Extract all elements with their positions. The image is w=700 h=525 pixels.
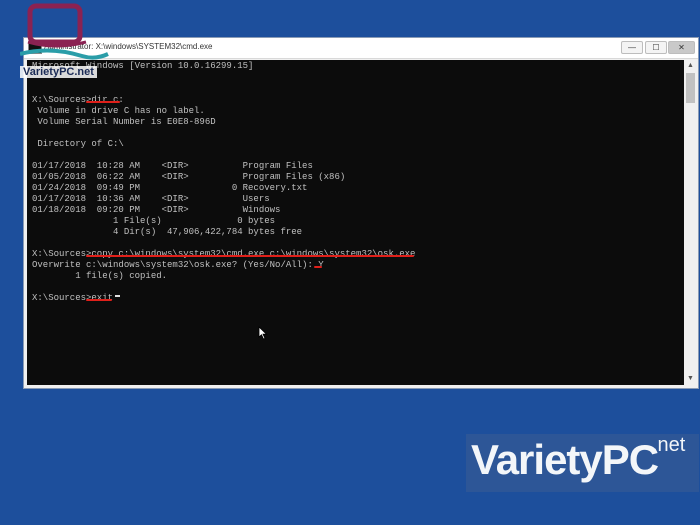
- monitor-logo-icon: [19, 3, 109, 60]
- site-logo: VarietyPC.net: [19, 2, 110, 80]
- console-line: 01/17/2018 10:28 AM <DIR> Program Files: [32, 161, 313, 171]
- mouse-pointer-icon: [258, 326, 268, 340]
- minimize-button[interactable]: —: [621, 41, 643, 54]
- vertical-scrollbar[interactable]: ▲ ▼: [684, 60, 697, 385]
- cmd-window: Administrator: X:\windows\SYSTEM32\cmd.e…: [23, 37, 699, 389]
- console-line: 01/17/2018 10:36 AM <DIR> Users: [32, 194, 270, 204]
- console-line: Volume in drive C has no label.: [32, 106, 205, 116]
- annotation-underline: [86, 101, 120, 103]
- annotation-underline: [314, 266, 322, 268]
- console-line: 01/24/2018 09:49 PM 0 Recovery.txt: [32, 183, 308, 193]
- watermark-suffix: .net: [652, 434, 686, 456]
- annotation-underline: [86, 255, 414, 257]
- text-cursor: [115, 295, 120, 297]
- watermark-text: VarietyPC: [471, 436, 659, 483]
- scroll-down-icon[interactable]: ▼: [684, 373, 697, 385]
- watermark: VarietyPC .net: [466, 434, 699, 492]
- site-logo-text: VarietyPC.net: [20, 66, 97, 78]
- console-line: Volume Serial Number is E0E8-896D: [32, 117, 216, 127]
- annotation-underline: [86, 299, 112, 301]
- title-bar[interactable]: Administrator: X:\windows\SYSTEM32\cmd.e…: [24, 38, 698, 59]
- scroll-up-icon[interactable]: ▲: [684, 60, 697, 72]
- console-line: Overwrite c:\windows\system32\osk.exe? (…: [32, 260, 324, 270]
- console-line: 01/18/2018 09:20 PM <DIR> Windows: [32, 205, 281, 215]
- console-line: 1 file(s) copied.: [32, 271, 168, 281]
- scrollbar-thumb[interactable]: [686, 73, 695, 103]
- console-line: 1 File(s) 0 bytes: [32, 216, 276, 226]
- console-output[interactable]: Microsoft Windows [Version 10.0.16299.15…: [27, 60, 684, 385]
- close-button[interactable]: ✕: [668, 41, 695, 54]
- console-line: 01/05/2018 06:22 AM <DIR> Program Files …: [32, 172, 346, 182]
- console-line: 4 Dir(s) 47,906,422,784 bytes free: [32, 227, 303, 237]
- maximize-button[interactable]: ☐: [645, 41, 667, 54]
- console-line: Directory of C:\: [32, 139, 124, 149]
